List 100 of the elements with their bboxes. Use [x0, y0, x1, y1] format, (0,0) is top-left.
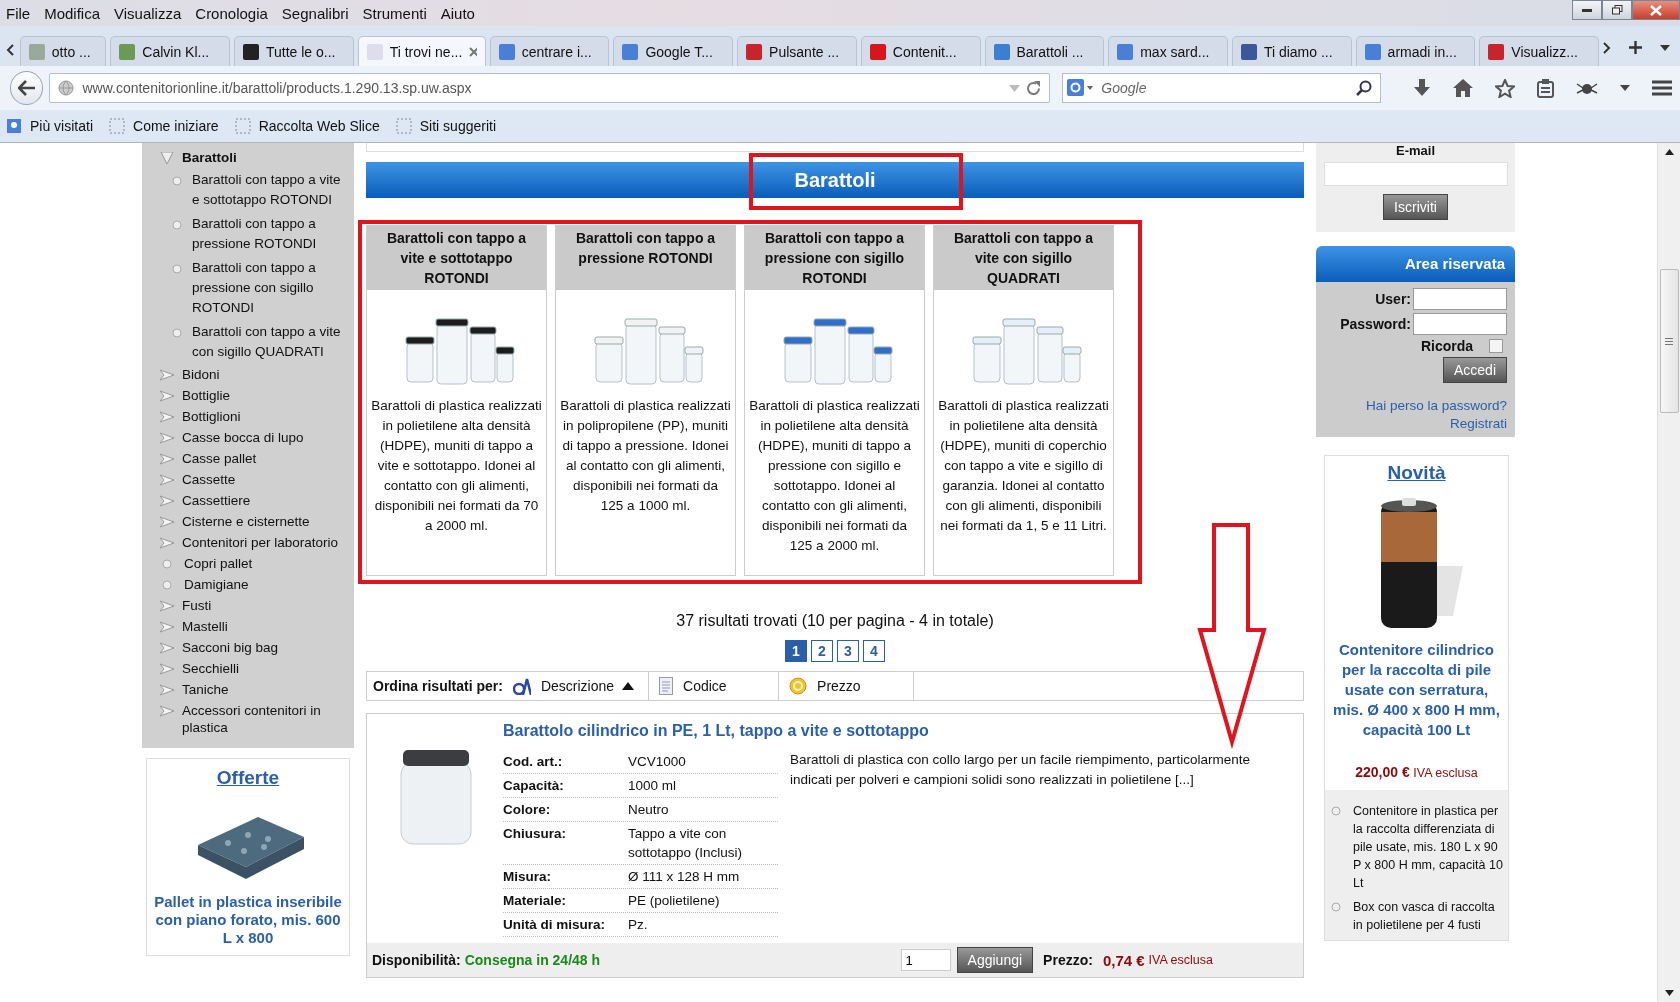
sidebar-item[interactable]: Sacconi big bag [142, 637, 354, 658]
browser-tab[interactable]: Calvin Kl... [110, 36, 230, 66]
sidebar-item[interactable]: Fusti [142, 595, 354, 616]
browser-tab[interactable]: max sard... [1108, 36, 1228, 66]
category-card[interactable] [933, 225, 1114, 576]
menu-item[interactable]: Strumenti [356, 4, 435, 22]
sidebar-item[interactable]: Copri pallet [142, 553, 354, 574]
browser-tab[interactable]: centrare i... [489, 36, 610, 66]
sidebar-subitem[interactable]: Barattoli con tappo a vite e sottotappo ROTONDI [142, 168, 354, 212]
browser-tab[interactable]: Ti diamo ... [1231, 36, 1352, 66]
page-link[interactable]: 4 [863, 640, 885, 662]
bookmark-link[interactable]: Come iniziare [109, 118, 219, 134]
bookmark-link[interactable]: Raccolta Web Slice [234, 118, 380, 134]
sidebar-item[interactable]: Damigiane [142, 574, 354, 595]
maximize-button[interactable] [1602, 0, 1632, 20]
menu-item[interactable]: Cronologia [189, 4, 276, 22]
caret-down-icon[interactable] [1660, 44, 1670, 51]
offers-link[interactable]: Offerte [216, 767, 280, 789]
news-item-link[interactable]: Contenitore in plastica per la raccolta differenziata di pile usate, mis. 180 L x 90 P x 800 H mm, capacità 10 Lt [1331, 802, 1504, 892]
home-icon[interactable] [1453, 79, 1473, 97]
offer-product-link[interactable]: Pallet in plastica inseribile con piano forato, mis. 600 L x 800 [153, 893, 343, 947]
register-link[interactable]: Registrati [1449, 416, 1507, 431]
sort-option[interactable]: Descrizione [512, 672, 650, 700]
sidebar-item[interactable]: Bottiglie [142, 385, 354, 406]
back-button[interactable] [10, 71, 44, 105]
email-field[interactable] [1323, 162, 1508, 186]
menu-item[interactable]: Aiuto [434, 4, 483, 22]
sidebar-item[interactable]: Cassette [142, 469, 354, 490]
category-card[interactable] [366, 225, 547, 576]
bookmark-link[interactable]: Più visitati [6, 118, 94, 134]
browser-tab[interactable]: Google T... [613, 36, 734, 66]
sort-option[interactable]: Codice [659, 672, 780, 700]
sidebar-item[interactable]: Casse bocca di lupo [142, 427, 354, 448]
user-field[interactable] [1413, 288, 1507, 310]
star-icon[interactable] [1495, 78, 1515, 98]
download-icon[interactable] [1413, 79, 1431, 97]
sidebar-item[interactable]: Cassettiere [142, 490, 354, 511]
category-card[interactable] [744, 225, 925, 576]
chevron-left-icon[interactable] [6, 44, 14, 56]
reload-icon[interactable] [1026, 80, 1042, 96]
add-button[interactable]: Aggiungi [956, 947, 1034, 973]
caret-down-icon[interactable] [1664, 990, 1674, 996]
bug-icon[interactable] [1576, 80, 1598, 96]
password-field[interactable] [1413, 313, 1507, 335]
caret-down-icon[interactable] [1620, 85, 1630, 91]
sidebar-subitem[interactable]: Barattoli con tappo a vite con sigillo QUADRATI [142, 320, 354, 364]
search-icon[interactable] [1356, 80, 1372, 96]
plus-icon[interactable] [1629, 41, 1642, 54]
forgot-password-link[interactable]: Hai perso la password? [1365, 398, 1507, 413]
page-link[interactable]: 3 [837, 640, 859, 662]
menu-item[interactable]: Visualizza [108, 4, 190, 22]
product-title-link[interactable]: Barattolo cilindrico in PE, 1 Lt, tappo a vite e sottotappo [503, 722, 1303, 740]
browser-tab[interactable]: otto ... [19, 36, 107, 66]
scroll-thumb[interactable] [1659, 269, 1679, 413]
bookmark-link[interactable]: Siti suggeriti [395, 118, 497, 134]
sidebar-subitem[interactable]: Barattoli con tappo a pressione con sigillo ROTONDI [142, 256, 354, 320]
quantity-field[interactable]: 1 [900, 949, 951, 971]
news-link[interactable]: Novità [1387, 462, 1446, 484]
remember-checkbox[interactable] [1489, 339, 1503, 353]
scrollbar[interactable] [1657, 143, 1680, 1002]
address-field[interactable]: www.contenitorionline.it/barattoli/products.1.290.13.sp.uw.aspx [49, 73, 1051, 103]
sidebar-item[interactable]: Taniche [142, 679, 354, 700]
sort-option[interactable]: Prezzo [789, 672, 915, 700]
close-button[interactable] [1632, 0, 1680, 20]
close-icon[interactable] [469, 46, 477, 57]
menu-item[interactable]: Modifica [38, 4, 109, 22]
browser-tab[interactable]: Visualizz... [1479, 36, 1599, 66]
menu-item[interactable]: File [0, 4, 39, 22]
browser-tab[interactable]: Contenit... [860, 36, 981, 66]
menu-icon[interactable] [1652, 80, 1672, 96]
clipboard-icon[interactable] [1537, 78, 1554, 98]
sidebar-item[interactable]: Casse pallet [142, 448, 354, 469]
subscribe-button[interactable]: Iscriviti [1383, 194, 1448, 220]
chevron-right-icon[interactable] [1603, 41, 1611, 54]
news-item-link[interactable]: Box con vasca di raccolta in polietilene per 4 fusti [1331, 898, 1504, 934]
sidebar-item[interactable]: Cisterne e cisternette [142, 511, 354, 532]
sidebar-item[interactable]: Bottiglioni [142, 406, 354, 427]
browser-tab[interactable]: Ti trovi ne... [357, 36, 486, 66]
login-button[interactable]: Accedi [1442, 357, 1507, 383]
url-text-field[interactable]: www.contenitorionline.it/barattoli/products.1.290.13.sp.uw.aspx [80, 79, 1004, 97]
search-input[interactable]: Google [1099, 79, 1350, 97]
browser-tab[interactable]: Tutte le o... [234, 36, 354, 66]
page-link[interactable]: 2 [811, 640, 833, 662]
search-field[interactable]: Google [1062, 73, 1381, 103]
browser-tab[interactable]: Pulsante ... [737, 36, 857, 66]
page-link[interactable]: 1 [785, 640, 807, 662]
sidebar-item[interactable]: Accessori contenitori in plastica [142, 700, 354, 738]
caret-up-icon[interactable] [1664, 149, 1674, 155]
menu-item[interactable]: Segnalibri [275, 4, 357, 22]
sidebar-subitem[interactable]: Barattoli con tappo a pressione ROTONDI [142, 212, 354, 256]
browser-tab[interactable]: armadi in... [1355, 36, 1476, 66]
news-product-link[interactable]: Contenitore cilindrico per la raccolta di pile usate con serratura, mis. Ø 400 x 800 H mm, capacità 100 Lt [1325, 640, 1508, 740]
sidebar-item[interactable]: Secchielli [142, 658, 354, 679]
sidebar-item[interactable]: Barattoli [142, 147, 354, 168]
sidebar-item[interactable]: Bidoni [142, 364, 354, 385]
browser-tab[interactable]: Barattoli ... [984, 36, 1105, 66]
sidebar-item[interactable]: Mastelli [142, 616, 354, 637]
minimize-button[interactable] [1572, 0, 1602, 20]
category-card[interactable] [555, 225, 736, 576]
sidebar-item[interactable]: Contenitori per laboratorio [142, 532, 354, 553]
